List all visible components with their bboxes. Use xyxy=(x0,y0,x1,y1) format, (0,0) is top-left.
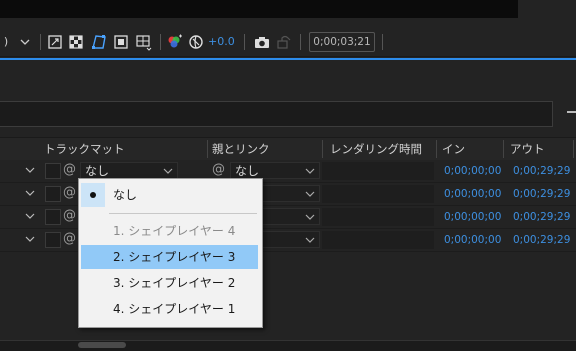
menu-item-shape-layer-1[interactable]: 4. シェイプレイヤー 1 xyxy=(81,297,258,321)
track-matte-dropdown[interactable]: なし xyxy=(80,162,178,179)
chevron-down-icon[interactable] xyxy=(18,33,32,51)
toolbar-divider xyxy=(244,34,245,50)
search-dash xyxy=(567,111,576,113)
track-matte-value: なし xyxy=(85,164,110,178)
column-parent-link[interactable]: 親とリンク xyxy=(208,138,270,160)
chevron-down-icon xyxy=(305,209,315,231)
render-time-cell xyxy=(322,185,434,203)
exposure-value[interactable]: +0.0 xyxy=(208,33,235,51)
timeline-column-header: トラックマット 親とリンク レンダリング時間 イン アウト xyxy=(0,137,576,161)
guides-options-icon[interactable] xyxy=(135,33,153,51)
in-point-value[interactable]: 0;00;00;00 xyxy=(444,160,501,182)
pick-whip-icon[interactable]: @ xyxy=(63,208,77,224)
viewer-canvas xyxy=(0,0,518,18)
column-render-time[interactable]: レンダリング時間 xyxy=(326,138,422,160)
transparency-grid-icon[interactable] xyxy=(68,33,84,51)
render-time-cell xyxy=(322,208,434,226)
parent-dropdown[interactable]: なし xyxy=(230,162,320,179)
composition-viewer xyxy=(0,0,576,28)
timecode-display[interactable]: 0;00;03;21 xyxy=(309,32,375,52)
column-track-matte[interactable]: トラックマット xyxy=(40,138,125,160)
menu-separator xyxy=(109,213,257,214)
toolbar-divider xyxy=(300,34,301,50)
menu-item-shape-layer-4: 1. シェイプレイヤー 4 xyxy=(113,224,236,238)
chevron-down-icon[interactable] xyxy=(24,186,36,200)
chevron-down-icon xyxy=(305,163,315,185)
chevron-down-icon xyxy=(305,186,315,208)
exposure-reset-icon[interactable] xyxy=(188,33,204,51)
toolbar-divider xyxy=(382,34,383,50)
column-out[interactable]: アウト xyxy=(506,138,545,160)
panel-focus-line xyxy=(0,58,576,60)
chevron-down-icon[interactable] xyxy=(24,209,36,223)
toolbar-divider xyxy=(160,34,161,50)
toolbar-divider xyxy=(40,34,41,50)
parent-value: なし xyxy=(235,164,260,178)
out-point-value[interactable]: 0;00;29;29 xyxy=(513,160,570,182)
menu-item-shape-layer-3[interactable]: 2. シェイプレイヤー 3 xyxy=(81,245,258,269)
out-point-value[interactable]: 0;00;29;29 xyxy=(513,229,570,251)
track-matte-menu: なし 1. シェイプレイヤー 4 2. シェイプレイヤー 3 3. シェイプレイ… xyxy=(78,178,263,328)
column-divider xyxy=(503,140,504,158)
preserve-transparency-checkbox[interactable] xyxy=(45,232,61,248)
viewer-toolbar: ) +0.0 0;00;03;21 xyxy=(0,28,576,57)
preserve-transparency-checkbox[interactable] xyxy=(45,209,61,225)
scrollbar-thumb[interactable] xyxy=(78,342,126,348)
layer-search-input[interactable] xyxy=(0,101,553,127)
chevron-down-icon xyxy=(305,232,315,254)
column-divider xyxy=(322,140,323,158)
parent-pick-whip-icon[interactable]: @ xyxy=(212,162,226,178)
in-point-value[interactable]: 0;00;00;00 xyxy=(444,206,501,228)
menu-item-shape-layer-2[interactable]: 3. シェイプレイヤー 2 xyxy=(81,271,258,295)
column-divider xyxy=(436,140,437,158)
pick-whip-icon[interactable]: @ xyxy=(63,162,77,178)
show-snapshot-icon[interactable] xyxy=(276,33,292,51)
in-point-value[interactable]: 0;00;00;00 xyxy=(444,183,501,205)
column-divider xyxy=(573,140,574,158)
preserve-transparency-checkbox[interactable] xyxy=(45,163,61,179)
render-time-cell xyxy=(322,162,434,180)
camera-icon[interactable] xyxy=(254,33,270,51)
mask-path-icon[interactable] xyxy=(90,33,108,51)
chevron-down-icon[interactable] xyxy=(24,163,36,177)
chevron-down-icon[interactable] xyxy=(24,232,36,246)
out-point-value[interactable]: 0;00;29;29 xyxy=(513,183,570,205)
snapshot-region-icon[interactable] xyxy=(47,33,63,51)
preserve-transparency-checkbox[interactable] xyxy=(45,186,61,202)
in-point-value[interactable]: 0;00;00;00 xyxy=(444,229,501,251)
color-channels-icon[interactable] xyxy=(166,33,182,51)
column-in[interactable]: イン xyxy=(438,138,465,160)
render-time-cell xyxy=(322,231,434,249)
region-of-interest-icon[interactable] xyxy=(113,33,129,51)
out-point-value[interactable]: 0;00;29;29 xyxy=(513,206,570,228)
pick-whip-icon[interactable]: @ xyxy=(63,231,77,247)
menu-item-none[interactable]: なし xyxy=(81,183,258,207)
toolbar-paren: ) xyxy=(3,35,9,48)
pick-whip-icon[interactable]: @ xyxy=(63,185,77,201)
